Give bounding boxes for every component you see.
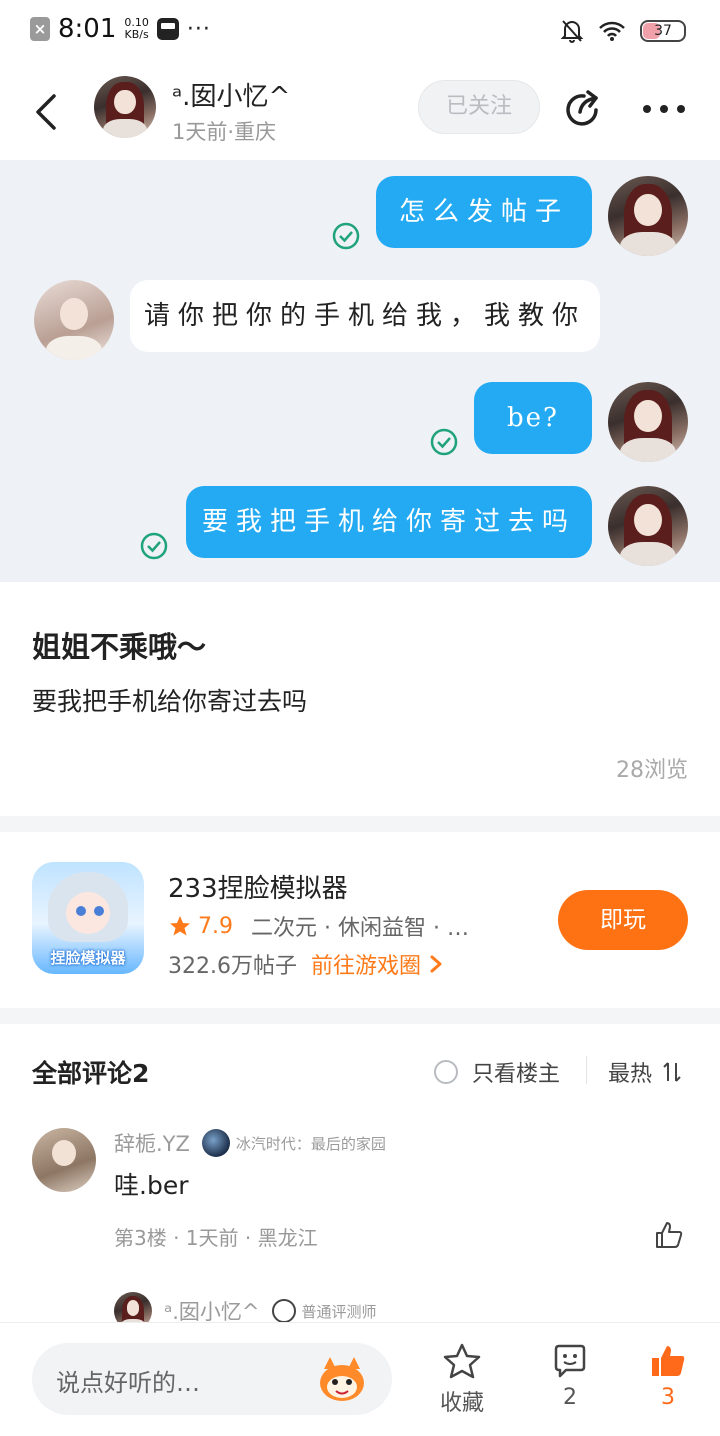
author-name[interactable]: ᵃ.囡小忆^ [172,76,290,113]
status-bar: × 8:01 0.10 KB/s ··· 37 [0,0,720,64]
post-body: 要我把手机给你寄过去吗 [32,687,308,716]
game-rating: 7.9 [198,913,233,939]
play-button[interactable]: 即玩 [558,890,688,950]
bus-app-icon [156,18,179,40]
post-header: ᵃ.囡小忆^ 1天前·重庆 已关注 [0,64,720,160]
sort-label: 最热 [608,1062,653,1087]
comment-input-placeholder: 说点好听的… [56,1369,200,1397]
comment-action[interactable]: 2 [530,1343,610,1410]
comment-icon [554,1344,586,1378]
comment-meta: 第3楼 · 1天前 · 黑龙江 [114,1226,318,1250]
author-avatar[interactable] [94,76,156,138]
battery-level: 37 [654,23,672,39]
commenter-info: 辞栀.YZ 冰汽时代：最后的家园 [114,1128,386,1158]
favorite-action[interactable]: 收藏 [422,1343,502,1417]
network-speed: 0.10 KB/s [124,17,149,41]
comment-input[interactable]: 说点好听的… [32,1343,392,1415]
commenter-name[interactable]: 辞栀.YZ [114,1128,190,1158]
more-notifications-icon: ··· [186,16,211,42]
goto-game-circle-label: 前往游戏圈 [310,954,421,979]
check-icon [140,532,168,560]
wifi-icon [599,21,625,41]
chat-bubble-sent: 要我把手机给你寄过去吗 [186,486,592,558]
star-icon [170,916,190,936]
game-card[interactable]: 捏脸模拟器 233捏脸模拟器 7.9 二次元 · 休闲益智 · … 322.6万… [0,832,720,1008]
reply-user: ᵃ.囡小忆^ [164,1300,260,1324]
like-action[interactable]: 3 [628,1343,708,1410]
reply-avatar [114,1292,152,1324]
notification-close-icon: × [30,17,50,41]
thumbs-up-filled-icon [652,1346,685,1376]
commenter-badge: 冰汽时代：最后的家园 [235,1134,386,1153]
bottom-action-bar: 说点好听的… 收藏 2 3 [0,1322,720,1436]
favorite-label: 收藏 [439,1391,484,1416]
chat-bubble-sent: be? [474,382,592,454]
check-icon [332,222,360,250]
sort-toggle[interactable]: 最热 [608,1056,682,1088]
post-image-chat[interactable]: 怎么发帖子 请你把你的手机给我，我教你 be? 要我把手机给你寄过去吗 [0,160,720,582]
chevron-right-icon [430,955,442,973]
back-icon[interactable] [30,92,64,132]
post-content: 姐姐不乘哦～ 要我把手机给你寄过去吗 28浏览 [0,582,720,816]
view-count: 28浏览 [616,758,688,783]
share-icon[interactable] [562,88,604,130]
reviewer-badge-icon [271,1299,296,1323]
check-icon [430,428,458,456]
sender-avatar [608,486,688,566]
only-host-toggle[interactable]: 只看楼主 [434,1056,560,1088]
comments-section: 全部评论2 只看楼主 最热 辞栀.YZ 冰汽时代：最后的家园 哇.ber 第3楼… [0,1024,720,1324]
follow-button[interactable]: 已关注 [418,80,540,134]
divider [586,1056,587,1084]
comment-like-icon[interactable] [654,1220,684,1250]
like-count: 3 [661,1385,675,1410]
sort-icon [663,1062,681,1082]
goto-game-circle-link[interactable]: 前往游戏圈 [311,948,443,980]
game-icon-text: 捏脸模拟器 [50,949,126,967]
mute-bell-icon [560,20,584,43]
post-time-location: 1天前·重庆 [172,120,277,144]
radio-icon[interactable] [434,1060,458,1084]
sender-avatar [608,176,688,256]
game-tags: 二次元 · 休闲益智 · … [251,916,469,941]
only-host-label: 只看楼主 [472,1062,561,1087]
game-badge-icon [201,1129,230,1157]
game-post-count: 322.6万帖子 [168,954,297,979]
network-speed-unit: KB/s [124,28,149,41]
game-meta: 7.9 二次元 · 休闲益智 · … [168,910,469,942]
comments-title: 全部评论2 [32,1059,150,1088]
reply-badge: 普通评测师 [301,1302,377,1321]
commenter-avatar[interactable] [32,1128,96,1192]
more-options-icon[interactable] [642,104,686,114]
star-outline-icon [443,1343,481,1379]
comment-text: 哇.ber [114,1171,189,1200]
sender-avatar [608,382,688,462]
game-stats: 322.6万帖子 前往游戏圈 [168,948,443,980]
status-time: 8:01 [58,14,117,44]
post-title: 姐姐不乘哦～ [32,630,207,664]
game-name[interactable]: 233捏脸模拟器 [168,868,348,905]
mascot-emoji-icon[interactable] [316,1355,368,1403]
receiver-avatar [34,280,114,360]
battery-indicator: 37 [640,20,686,42]
reply-preview[interactable]: ᵃ.囡小忆^ 普通评测师 [114,1292,377,1324]
game-icon[interactable]: 捏脸模拟器 [32,862,144,974]
comment-count: 2 [563,1385,577,1410]
chat-bubble-received: 请你把你的手机给我，我教你 [130,280,600,352]
chat-bubble-sent: 怎么发帖子 [376,176,592,248]
